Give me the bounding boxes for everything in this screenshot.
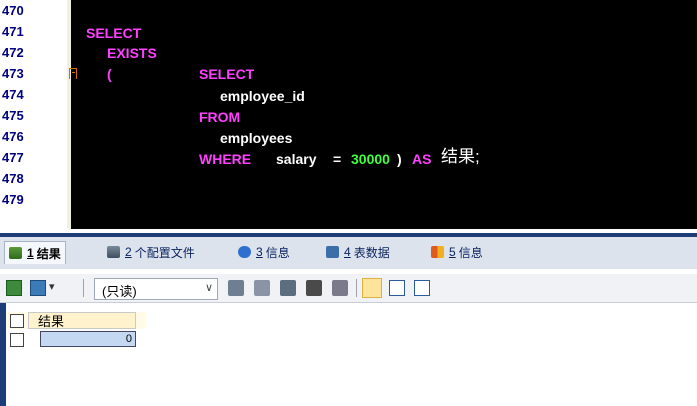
chevron-down-icon[interactable]: ▾ [49, 280, 55, 293]
result-view-icon[interactable] [30, 280, 46, 296]
tab-label: 结果 [36, 246, 61, 261]
line-number-gutter: 470 471 472 473 474 475 476 477 478 479 [0, 0, 67, 229]
gutter-separator [67, 0, 71, 229]
line-number: 476 [2, 129, 24, 144]
line-number: 474 [2, 87, 24, 102]
alias-name: 结果; [441, 147, 480, 166]
tab-number: 1 [27, 246, 34, 260]
delete-icon[interactable] [306, 280, 322, 296]
row-checkbox[interactable] [10, 333, 24, 347]
export-grid-icon[interactable] [6, 280, 22, 296]
readonly-mode-select[interactable]: (只读) ∨ [94, 278, 218, 300]
chevron-down-icon: ∨ [204, 282, 213, 294]
keyword-select: SELECT [199, 66, 255, 82]
table-name: employees [220, 130, 293, 146]
select-value: (只读) [102, 284, 137, 299]
keyword-exists: EXISTS [107, 45, 157, 61]
operator-equals: = [333, 151, 342, 167]
keyword-select: SELECT [86, 25, 142, 41]
number-literal: 30000 [351, 151, 390, 167]
keyword-where: WHERE [199, 151, 252, 167]
tab-number: 4 [344, 245, 351, 259]
tab-messages[interactable]: 3 信息 [238, 241, 290, 263]
profile-icon [107, 246, 120, 258]
paren-close: ) [397, 151, 402, 167]
tab-number: 5 [449, 245, 456, 259]
tab-number: 2 [125, 245, 132, 259]
select-all-checkbox[interactable] [10, 314, 24, 328]
cancel-changes-icon[interactable] [332, 280, 348, 296]
line-number: 472 [2, 45, 24, 60]
column-name: employee_id [220, 88, 305, 104]
keyword-as: AS [412, 151, 432, 167]
form-view-icon[interactable] [389, 280, 405, 296]
text-view-icon[interactable] [414, 280, 430, 296]
line-number: 477 [2, 150, 24, 165]
paren-open: ( [107, 66, 112, 82]
save-icon[interactable] [280, 280, 296, 296]
table-cell[interactable]: 0 [40, 331, 136, 347]
info-icon [238, 246, 251, 258]
column-header[interactable]: 结果 [28, 312, 136, 329]
keyword-from: FROM [199, 109, 241, 125]
result-toolbar: ▾ (只读) ∨ [0, 274, 697, 303]
toolbar-divider [83, 279, 84, 297]
line-number: 473 [2, 66, 24, 81]
info-chart-icon [431, 246, 444, 258]
tab-info[interactable]: 5 信息 [431, 241, 483, 263]
toolbar-divider [356, 279, 357, 297]
tab-label: 信息 [265, 245, 290, 260]
result-grid: 结果 0 [0, 303, 697, 406]
tab-number: 3 [256, 245, 263, 259]
tab-label: 信息 [458, 245, 483, 260]
tab-label: 表数据 [353, 245, 390, 260]
tab-profile[interactable]: 2 个配置文件 [107, 241, 195, 263]
column-salary: salary [276, 151, 317, 167]
result-tab-bar: 1 结果 2 个配置文件 3 信息 4 表数据 5 信息 [0, 233, 697, 269]
grid-view-icon[interactable] [362, 278, 382, 298]
tab-label: 个配置文件 [134, 245, 195, 260]
fold-marker-icon[interactable] [69, 68, 77, 79]
line-number: 470 [2, 3, 24, 18]
line-number: 479 [2, 192, 24, 207]
table-icon [326, 246, 339, 258]
tab-result[interactable]: 1 结果 [4, 241, 66, 264]
insert-row-icon[interactable] [228, 280, 244, 296]
duplicate-row-icon[interactable] [254, 280, 270, 296]
line-number: 475 [2, 108, 24, 123]
line-number: 478 [2, 171, 24, 186]
result-grid-icon [9, 247, 22, 259]
sql-editor[interactable]: 470 471 472 473 474 475 476 477 478 479 … [0, 0, 697, 229]
tab-table-data[interactable]: 4 表数据 [326, 241, 390, 263]
line-number: 471 [2, 24, 24, 39]
